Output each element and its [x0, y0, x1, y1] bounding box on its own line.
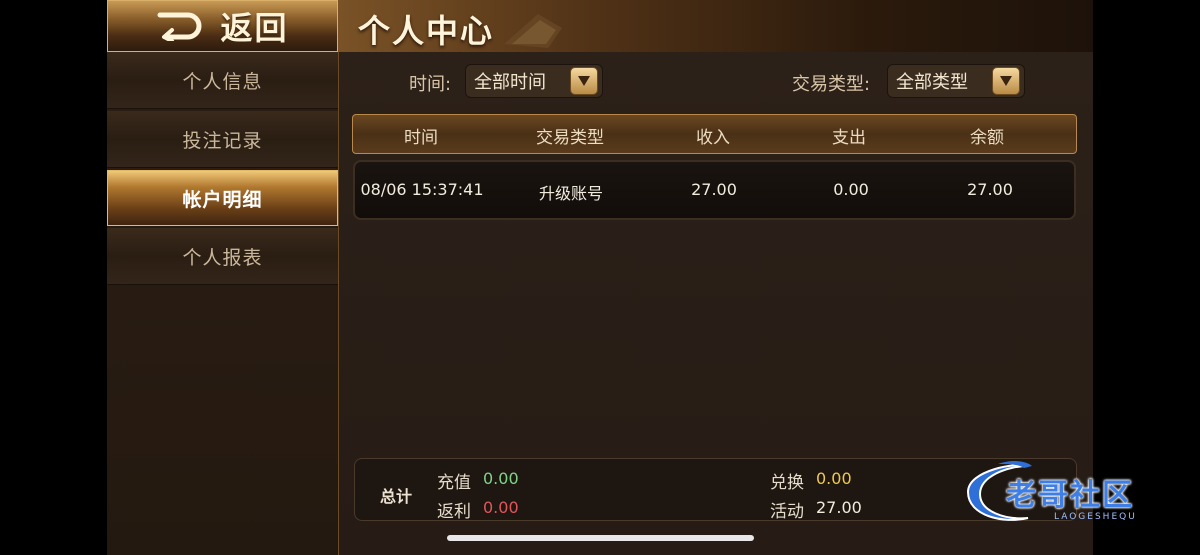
back-button[interactable]: 返回	[107, 0, 338, 52]
rebate-label: 返利	[437, 502, 471, 522]
page-header: 个人中心	[338, 0, 1093, 54]
sidebar-item-label: 帐户明细	[182, 188, 263, 211]
sidebar-item-label: 个人信息	[182, 70, 263, 93]
sidebar-item-label: 个人报表	[182, 246, 263, 269]
sidebar-item-account-details[interactable]: 帐户明细	[107, 170, 338, 226]
page-title: 个人中心	[358, 12, 495, 50]
column-header-type: 交易类型	[536, 128, 604, 148]
time-filter-value: 全部时间	[474, 72, 546, 93]
type-filter-label: 交易类型:	[792, 74, 871, 95]
type-filter-select[interactable]: 全部类型	[887, 64, 1025, 98]
watermark-logo: 老哥社区 LAOGESHEQU	[958, 458, 1188, 528]
sidebar: 个人信息 投注记录 帐户明细 个人报表	[107, 52, 340, 555]
column-header-time: 时间	[404, 128, 438, 148]
watermark-subtext: LAOGESHEQU	[1054, 512, 1137, 522]
activity-value: 27.00	[816, 498, 862, 517]
time-filter-label: 时间:	[409, 74, 452, 95]
watermark-text: 老哥社区	[1006, 478, 1134, 513]
type-filter-value: 全部类型	[896, 72, 968, 93]
home-indicator[interactable]	[447, 535, 754, 541]
exchange-value: 0.00	[816, 469, 852, 488]
activity-label: 活动	[770, 502, 804, 522]
summary-title: 总计	[380, 487, 413, 506]
dropdown-arrow-icon[interactable]	[570, 67, 598, 95]
cell-balance: 27.00	[967, 180, 1013, 199]
time-filter-select[interactable]: 全部时间	[465, 64, 603, 98]
table-header: 时间 交易类型 收入 支出 余额	[352, 114, 1077, 154]
sidebar-item-label: 投注记录	[182, 129, 263, 152]
rebate-value: 0.00	[483, 498, 519, 517]
column-header-balance: 余额	[970, 128, 1004, 148]
dropdown-arrow-icon[interactable]	[992, 67, 1020, 95]
sidebar-item-personal-report[interactable]: 个人报表	[107, 228, 338, 285]
sidebar-item-bet-records[interactable]: 投注记录	[107, 111, 338, 168]
back-arrow-icon	[157, 12, 202, 41]
recharge-value: 0.00	[483, 469, 519, 488]
cell-type: 升级账号	[538, 184, 604, 203]
column-header-income: 收入	[696, 128, 730, 148]
app-window: 返回 个人中心 个人信息 投注记录 帐户明细 个人报表 时间: 全部时间 交易类…	[107, 0, 1093, 555]
header-decoration-icon	[504, 14, 562, 48]
recharge-label: 充值	[437, 473, 471, 493]
table-row[interactable]: 08/06 15:37:41 升级账号 27.00 0.00 27.00	[353, 160, 1076, 220]
back-label: 返回	[220, 9, 289, 47]
cell-time: 08/06 15:37:41	[360, 180, 484, 199]
cell-expense: 0.00	[833, 180, 869, 199]
column-header-expense: 支出	[832, 128, 866, 148]
sidebar-item-personal-info[interactable]: 个人信息	[107, 52, 338, 109]
exchange-label: 兑换	[770, 473, 804, 493]
cell-income: 27.00	[691, 180, 737, 199]
